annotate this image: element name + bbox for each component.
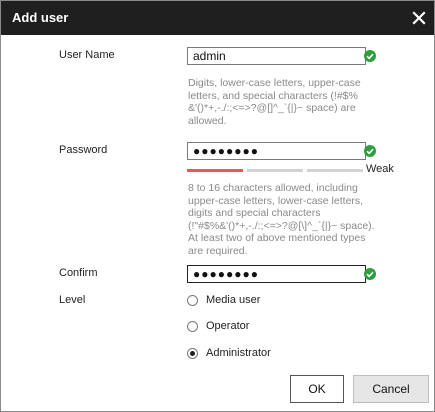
strength-segment (307, 169, 363, 172)
add-user-dialog: Add user User Name admin Digits, lower-c… (0, 0, 435, 412)
check-circle-icon (364, 144, 376, 157)
radio-label: Operator (206, 320, 250, 332)
check-circle-icon (364, 49, 376, 62)
close-icon[interactable] (411, 10, 427, 26)
dialog-title: Add user (12, 10, 69, 25)
radio-selected-dot (190, 351, 195, 356)
ok-button[interactable]: OK (290, 375, 344, 403)
level-label: Level (59, 294, 86, 306)
check-circle-icon (364, 267, 376, 280)
strength-segment (187, 169, 243, 172)
radio-button[interactable] (187, 348, 198, 359)
radio-label: Administrator (206, 347, 271, 359)
username-label: User Name (59, 49, 115, 61)
cancel-button[interactable]: Cancel (353, 375, 429, 403)
radio-button[interactable] (187, 321, 198, 332)
password-hint: 8 to 16 characters allowed, including up… (188, 182, 375, 257)
radio-label: Media user (206, 294, 261, 306)
confirm-password-field[interactable]: ●●●●●●●● (187, 265, 366, 283)
password-field[interactable]: ●●●●●●●● (187, 142, 366, 160)
password-strength-label: Weak (366, 163, 394, 175)
username-hint: Digits, lower-case letters, upper-case l… (188, 77, 361, 127)
dialog-titlebar: Add user (1, 1, 434, 35)
username-field[interactable]: admin (187, 47, 366, 65)
password-label: Password (59, 144, 108, 156)
confirm-label: Confirm (59, 267, 98, 279)
strength-segment (247, 169, 303, 172)
radio-button[interactable] (187, 295, 198, 306)
